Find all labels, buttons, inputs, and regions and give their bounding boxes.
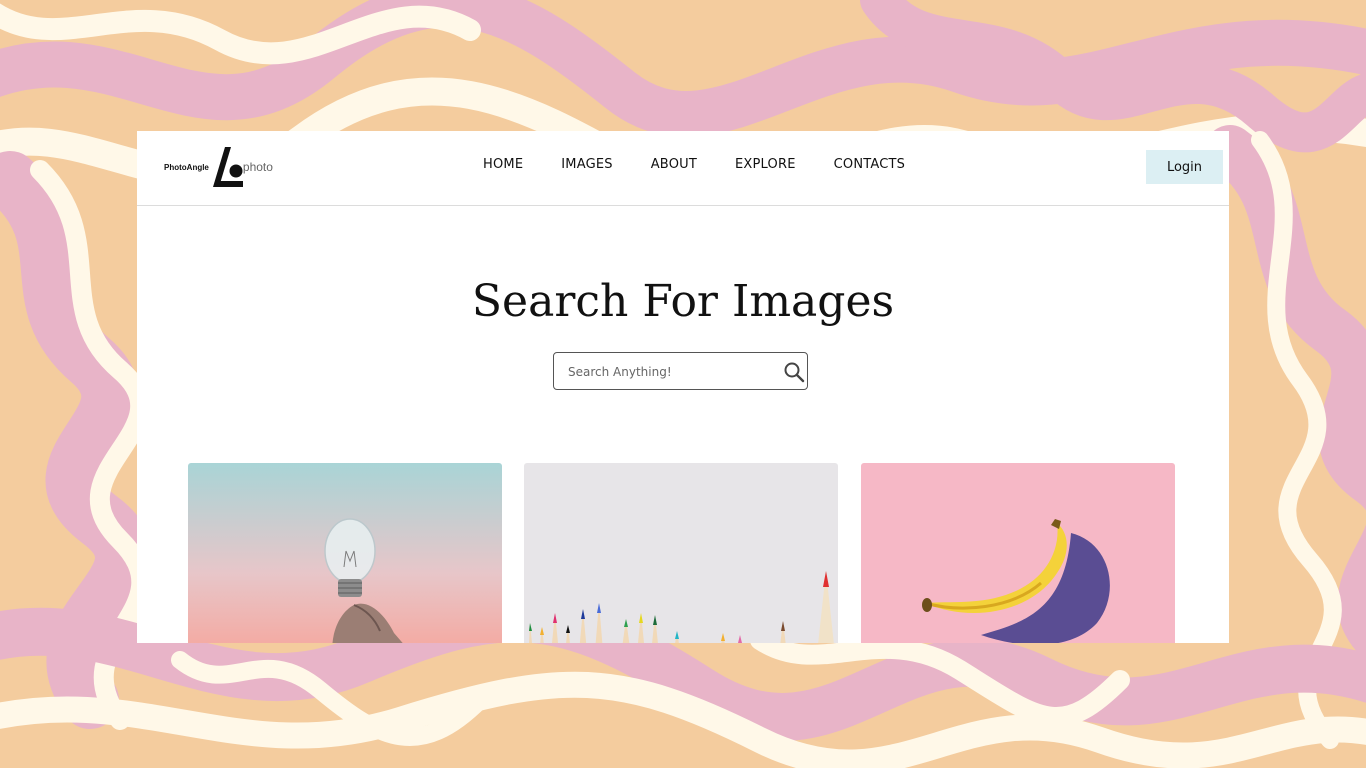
nav-images[interactable]: IMAGES: [561, 157, 612, 172]
lightbulb-image: [188, 463, 502, 643]
logo-left-text: PhotoAngle: [164, 162, 209, 172]
nav-explore[interactable]: EXPLORE: [735, 157, 796, 172]
page-title: Search For Images: [471, 276, 895, 327]
login-button[interactable]: Login: [1146, 150, 1223, 184]
nav-about[interactable]: ABOUT: [651, 157, 697, 172]
gallery-card-banana[interactable]: [861, 463, 1175, 643]
nav-links: HOME IMAGES ABOUT EXPLORE CONTACTS: [483, 157, 943, 172]
banana-image: [861, 463, 1175, 643]
search-icon[interactable]: [783, 361, 805, 383]
pencils-image: [524, 463, 838, 643]
logo-mark-icon: [212, 147, 243, 187]
gallery-card-lightbulb[interactable]: [188, 463, 502, 643]
navbar: PhotoAngle photo HOME IMAGES ABOUT EXPLO…: [137, 131, 1229, 206]
logo[interactable]: PhotoAngle photo: [164, 145, 273, 189]
search-box: [553, 352, 808, 390]
logo-right-text: photo: [242, 160, 273, 174]
nav-home[interactable]: HOME: [483, 157, 523, 172]
gallery-card-pencils[interactable]: [524, 463, 838, 643]
browser-window: PhotoAngle photo HOME IMAGES ABOUT EXPLO…: [137, 131, 1229, 643]
search-input[interactable]: [566, 361, 770, 383]
nav-contacts[interactable]: CONTACTS: [834, 157, 906, 172]
